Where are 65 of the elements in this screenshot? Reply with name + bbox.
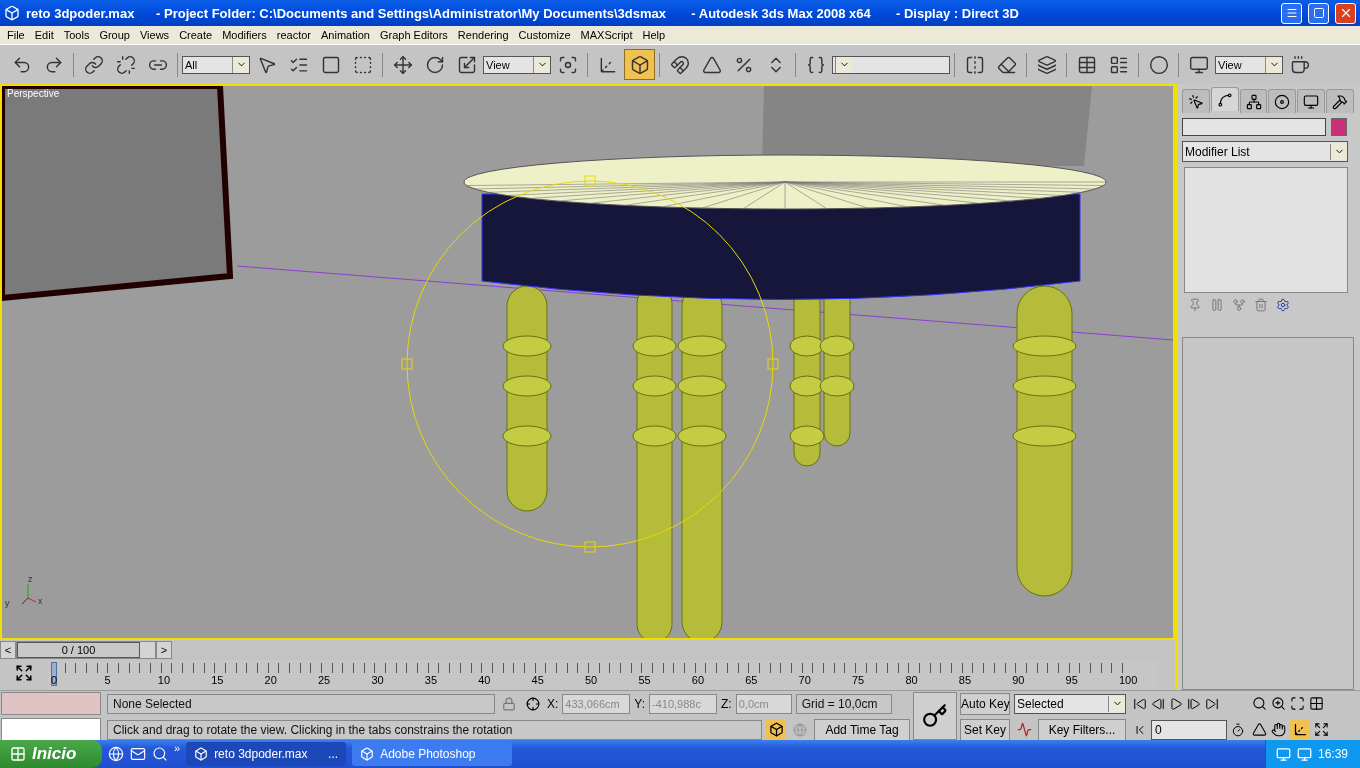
menu-item[interactable]: Customize [513, 29, 576, 41]
menu-item[interactable]: reactor [271, 29, 317, 41]
menu-item[interactable]: Group [94, 29, 135, 41]
frame-number: 80 [905, 674, 918, 687]
axis-label: x [38, 596, 43, 606]
dropdown[interactable]: All [182, 55, 250, 74]
selection-status: None Selected [107, 693, 495, 714]
next-frame-button[interactable]: > [156, 641, 172, 659]
frame-number: 65 [745, 674, 758, 687]
coordinate-label: Y: [634, 696, 646, 711]
frame-number: 5 [104, 674, 111, 687]
frame-number: 85 [958, 674, 972, 687]
modifier-list-dropdown[interactable]: Modifier List [1182, 141, 1348, 162]
menu-item[interactable]: File [2, 29, 30, 41]
frame-number: 25 [318, 674, 331, 687]
start-button[interactable]: Inicio [0, 740, 102, 768]
frame-number: 90 [1012, 674, 1025, 687]
menu-item[interactable]: Tools [58, 29, 95, 41]
frame-number: 35 [424, 674, 438, 687]
menu-item[interactable]: Views [134, 29, 175, 41]
set-key-button[interactable]: Set Key [960, 718, 1010, 741]
menu-item[interactable]: Create [174, 29, 218, 41]
frame-number: 55 [638, 674, 651, 687]
more-icon[interactable]: » [174, 740, 181, 754]
frame-number: 10 [157, 674, 171, 687]
dropdown[interactable]: View [483, 55, 551, 74]
key-mode-dropdown[interactable]: Selected [1014, 693, 1126, 714]
frame-number: 100 [1119, 674, 1138, 687]
frame-number: 30 [371, 674, 384, 687]
coordinate-label: Z: [721, 696, 732, 711]
frame-number: 20 [264, 674, 277, 687]
axis-label: y [5, 598, 10, 608]
viewport-label[interactable]: Perspective [7, 88, 60, 99]
frame-number: 75 [852, 674, 865, 687]
menu-item[interactable]: Modifiers [217, 29, 272, 41]
add-time-tag-button[interactable]: Add Time Tag [814, 718, 910, 741]
window-title: reto 3dpoder.max - Project Folder: C:\Documents and Settings\Administrator\My Documents\3dsmax - Autodesk 3ds Max 2008 x64 - Display : Direct 3D [26, 5, 1020, 21]
taskbar-button[interactable]: Adobe Photoshop [352, 742, 513, 766]
frame-number: 70 [798, 674, 811, 687]
frame-number: 50 [585, 674, 598, 687]
menu-item[interactable]: Animation [316, 29, 375, 41]
auto-key-button[interactable]: Auto Key [960, 692, 1010, 715]
key-filters-button[interactable]: Key Filters... [1038, 718, 1126, 741]
clock: 16:39 [1317, 747, 1348, 761]
frame-number: 0 [51, 674, 58, 687]
viewport[interactable]: Perspective z y x [0, 84, 1175, 640]
frame-number: 40 [478, 674, 491, 687]
taskbar-button[interactable]: reto 3dpoder.max ... [186, 742, 347, 766]
coordinate-label: X: [547, 696, 559, 711]
frame-counter[interactable]: 0 / 100 [17, 642, 140, 658]
menu-item[interactable]: Rendering [452, 29, 514, 41]
frame-spinner[interactable]: 0 [1151, 719, 1227, 740]
grid-size: Grid = 10,0cm [795, 693, 892, 714]
frame-number: 45 [531, 674, 544, 687]
dropdown[interactable]: View [1215, 55, 1283, 74]
menu-item[interactable]: Help [637, 29, 671, 41]
menu-item[interactable]: Graph Editors [374, 29, 453, 41]
axis-label: z [28, 574, 33, 584]
frame-number: 15 [211, 674, 224, 687]
menu-item[interactable]: MAXScript [575, 29, 638, 41]
previous-frame-button[interactable]: < [0, 641, 16, 659]
frame-number: 60 [691, 674, 705, 687]
frame-number: 95 [1065, 674, 1078, 687]
menu-item[interactable]: Edit [29, 29, 59, 41]
prompt-text: Click and drag to rotate the view. Clicking in the tabs constrains the rotation [107, 719, 762, 740]
